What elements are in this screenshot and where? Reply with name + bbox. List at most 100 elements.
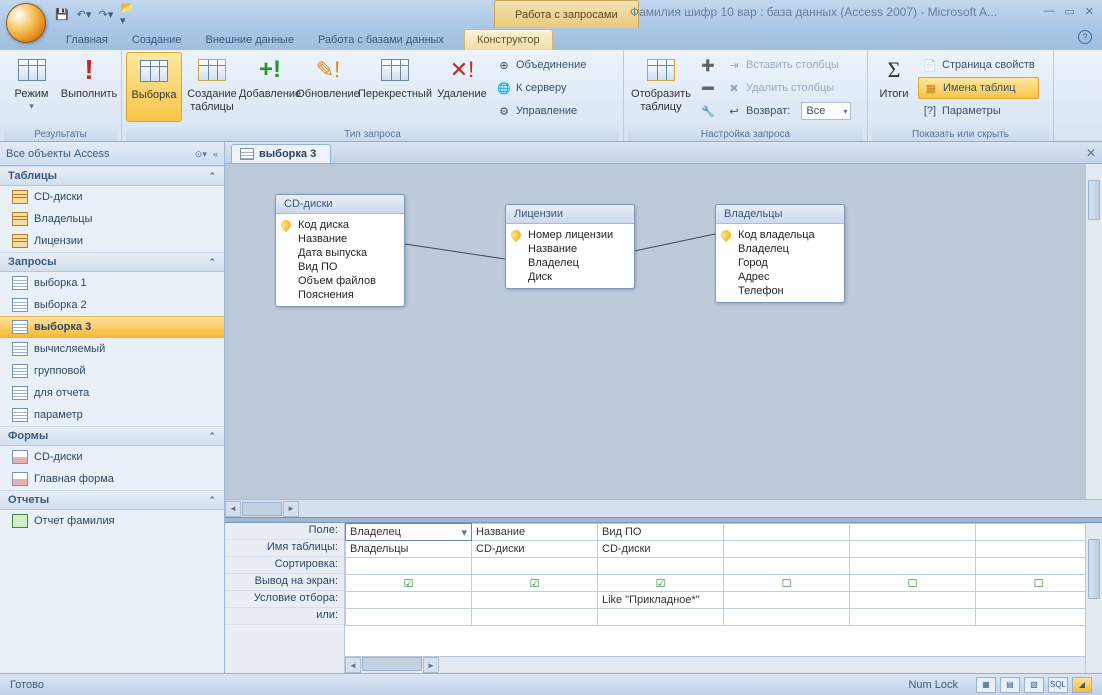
query-designer[interactable]: CD-диски Код диска Название Дата выпуска…	[225, 164, 1102, 499]
grid-cell[interactable]	[850, 524, 976, 541]
view-design-icon[interactable]: ◢	[1072, 677, 1092, 693]
nav-cat-reports[interactable]: Отчеты⌃	[0, 490, 224, 510]
field[interactable]: Адрес	[716, 270, 844, 284]
grid-cell[interactable]	[724, 558, 850, 575]
open-icon[interactable]: 📂▾	[120, 6, 136, 22]
grid-cell[interactable]	[976, 524, 1102, 541]
nav-query-4[interactable]: групповой	[0, 360, 224, 382]
grid-cell[interactable]: Вид ПО	[598, 524, 724, 541]
nav-report-0[interactable]: Отчет фамилия	[0, 510, 224, 532]
field[interactable]: Название	[506, 242, 634, 256]
insert-rows-button[interactable]: ➕	[696, 54, 720, 76]
grid-cell[interactable]: Название	[472, 524, 598, 541]
field[interactable]: Владелец	[506, 256, 634, 270]
grid-cell[interactable]	[724, 524, 850, 541]
grid-cell[interactable]: ☑	[598, 575, 724, 592]
builder-button[interactable]: 🔧	[696, 100, 720, 122]
showtable-button[interactable]: Отобразить таблицу	[628, 52, 694, 122]
grid-hscroll[interactable]: ◄►	[345, 656, 1085, 673]
grid-cell[interactable]	[472, 592, 598, 609]
grid-cell[interactable]	[724, 592, 850, 609]
field[interactable]: Название	[276, 232, 404, 246]
grid-cell[interactable]	[598, 609, 724, 626]
grid-columns[interactable]: Владелец ▾НазваниеВид ПО ВладельцыCD-диск…	[345, 523, 1102, 673]
tab-dbtools[interactable]: Работа с базами данных	[306, 30, 456, 50]
table-box-1[interactable]: CD-диски Код диска Название Дата выпуска…	[275, 194, 405, 307]
totals-button[interactable]: ΣИтоги	[872, 52, 916, 122]
field[interactable]: Вид ПО	[276, 260, 404, 274]
tab-design[interactable]: Конструктор	[464, 29, 553, 50]
nav-table-2[interactable]: Лицензии	[0, 230, 224, 252]
nav-query-1[interactable]: выборка 2	[0, 294, 224, 316]
field[interactable]: Объем файлов	[276, 274, 404, 288]
designer-hscroll[interactable]: ◄►	[225, 499, 1102, 517]
grid-cell[interactable]: Like "Прикладное*"	[598, 592, 724, 609]
grid-cell[interactable]	[850, 558, 976, 575]
grid-cell[interactable]	[976, 541, 1102, 558]
nav-cat-tables[interactable]: Таблицы⌃	[0, 166, 224, 186]
grid-cell[interactable]	[346, 592, 472, 609]
crosstab-button[interactable]: Перекрестный	[358, 52, 432, 122]
view-datasheet-icon[interactable]: ▦	[976, 677, 996, 693]
return-row[interactable]: ↩Возврат: Все	[722, 100, 855, 122]
grid-cell[interactable]	[850, 592, 976, 609]
nav-query-3[interactable]: вычисляемый	[0, 338, 224, 360]
field[interactable]: Телефон	[716, 284, 844, 298]
grid-cell[interactable]	[976, 558, 1102, 575]
grid-cell[interactable]: CD-диски	[472, 541, 598, 558]
grid-cell[interactable]	[850, 541, 976, 558]
table-box-2[interactable]: Лицензии Номер лицензии Название Владеле…	[505, 204, 635, 289]
nav-form-1[interactable]: Главная форма	[0, 468, 224, 490]
select-query-button[interactable]: Выборка	[126, 52, 182, 122]
grid-cell[interactable]: Владельцы	[346, 541, 472, 558]
grid-cell[interactable]	[346, 558, 472, 575]
table-box-3[interactable]: Владельцы Код владельца Владелец Город А…	[715, 204, 845, 303]
grid-cell[interactable]	[346, 609, 472, 626]
nav-cat-queries[interactable]: Запросы⌃	[0, 252, 224, 272]
delete-query-button[interactable]: ✕!Удаление	[434, 52, 490, 122]
propsheet-button[interactable]: 📄Страница свойств	[918, 54, 1039, 76]
params-button[interactable]: [?]Параметры	[918, 100, 1039, 122]
office-button[interactable]	[6, 3, 46, 43]
passthrough-button[interactable]: 🌐К серверу	[492, 77, 590, 99]
save-icon[interactable]: 💾	[54, 6, 70, 22]
restore-icon[interactable]: ▭	[1064, 5, 1074, 18]
grid-cell[interactable]: ☑	[346, 575, 472, 592]
grid-cell[interactable]: Владелец ▾	[346, 524, 472, 541]
grid-cell[interactable]	[598, 558, 724, 575]
view-sql-icon[interactable]: SQL	[1048, 677, 1068, 693]
field[interactable]: Владелец	[716, 242, 844, 256]
nav-table-1[interactable]: Владельцы	[0, 208, 224, 230]
union-button[interactable]: ⊕Объединение	[492, 54, 590, 76]
delete-rows-button[interactable]: ➖	[696, 77, 720, 99]
field[interactable]: Диск	[506, 270, 634, 284]
tab-external[interactable]: Внешние данные	[194, 30, 306, 50]
return-combo[interactable]: Все	[801, 102, 851, 120]
tab-create[interactable]: Создание	[120, 30, 194, 50]
grid-cell[interactable]: ☐	[850, 575, 976, 592]
nav-query-0[interactable]: выборка 1	[0, 272, 224, 294]
nav-query-2[interactable]: выборка 3	[0, 316, 224, 338]
nav-header[interactable]: Все объекты Access⊙▾ «	[0, 142, 224, 166]
grid-cell[interactable]	[976, 592, 1102, 609]
field[interactable]: Пояснения	[276, 288, 404, 302]
nav-table-0[interactable]: CD-диски	[0, 186, 224, 208]
grid-cell[interactable]	[850, 609, 976, 626]
doc-tab[interactable]: выборка 3	[231, 144, 331, 163]
maketable-button[interactable]: Создание таблицы	[184, 52, 240, 122]
field[interactable]: Код владельца	[716, 228, 844, 242]
view-pivot-icon[interactable]: ▤	[1000, 677, 1020, 693]
nav-query-6[interactable]: параметр	[0, 404, 224, 426]
close-icon[interactable]: ✕	[1085, 5, 1094, 18]
grid-cell[interactable]	[472, 609, 598, 626]
designer-vscroll[interactable]	[1085, 164, 1102, 499]
grid-cell[interactable]	[724, 609, 850, 626]
view-chart-icon[interactable]: ▧	[1024, 677, 1044, 693]
update-button[interactable]: ✎!Обновление	[300, 52, 356, 122]
nav-query-5[interactable]: для отчета	[0, 382, 224, 404]
doc-close-icon[interactable]: ✕	[1086, 146, 1096, 160]
grid-cell[interactable]	[724, 541, 850, 558]
grid-cell[interactable]: ☑	[472, 575, 598, 592]
minimize-icon[interactable]: —	[1043, 5, 1054, 18]
field[interactable]: Город	[716, 256, 844, 270]
